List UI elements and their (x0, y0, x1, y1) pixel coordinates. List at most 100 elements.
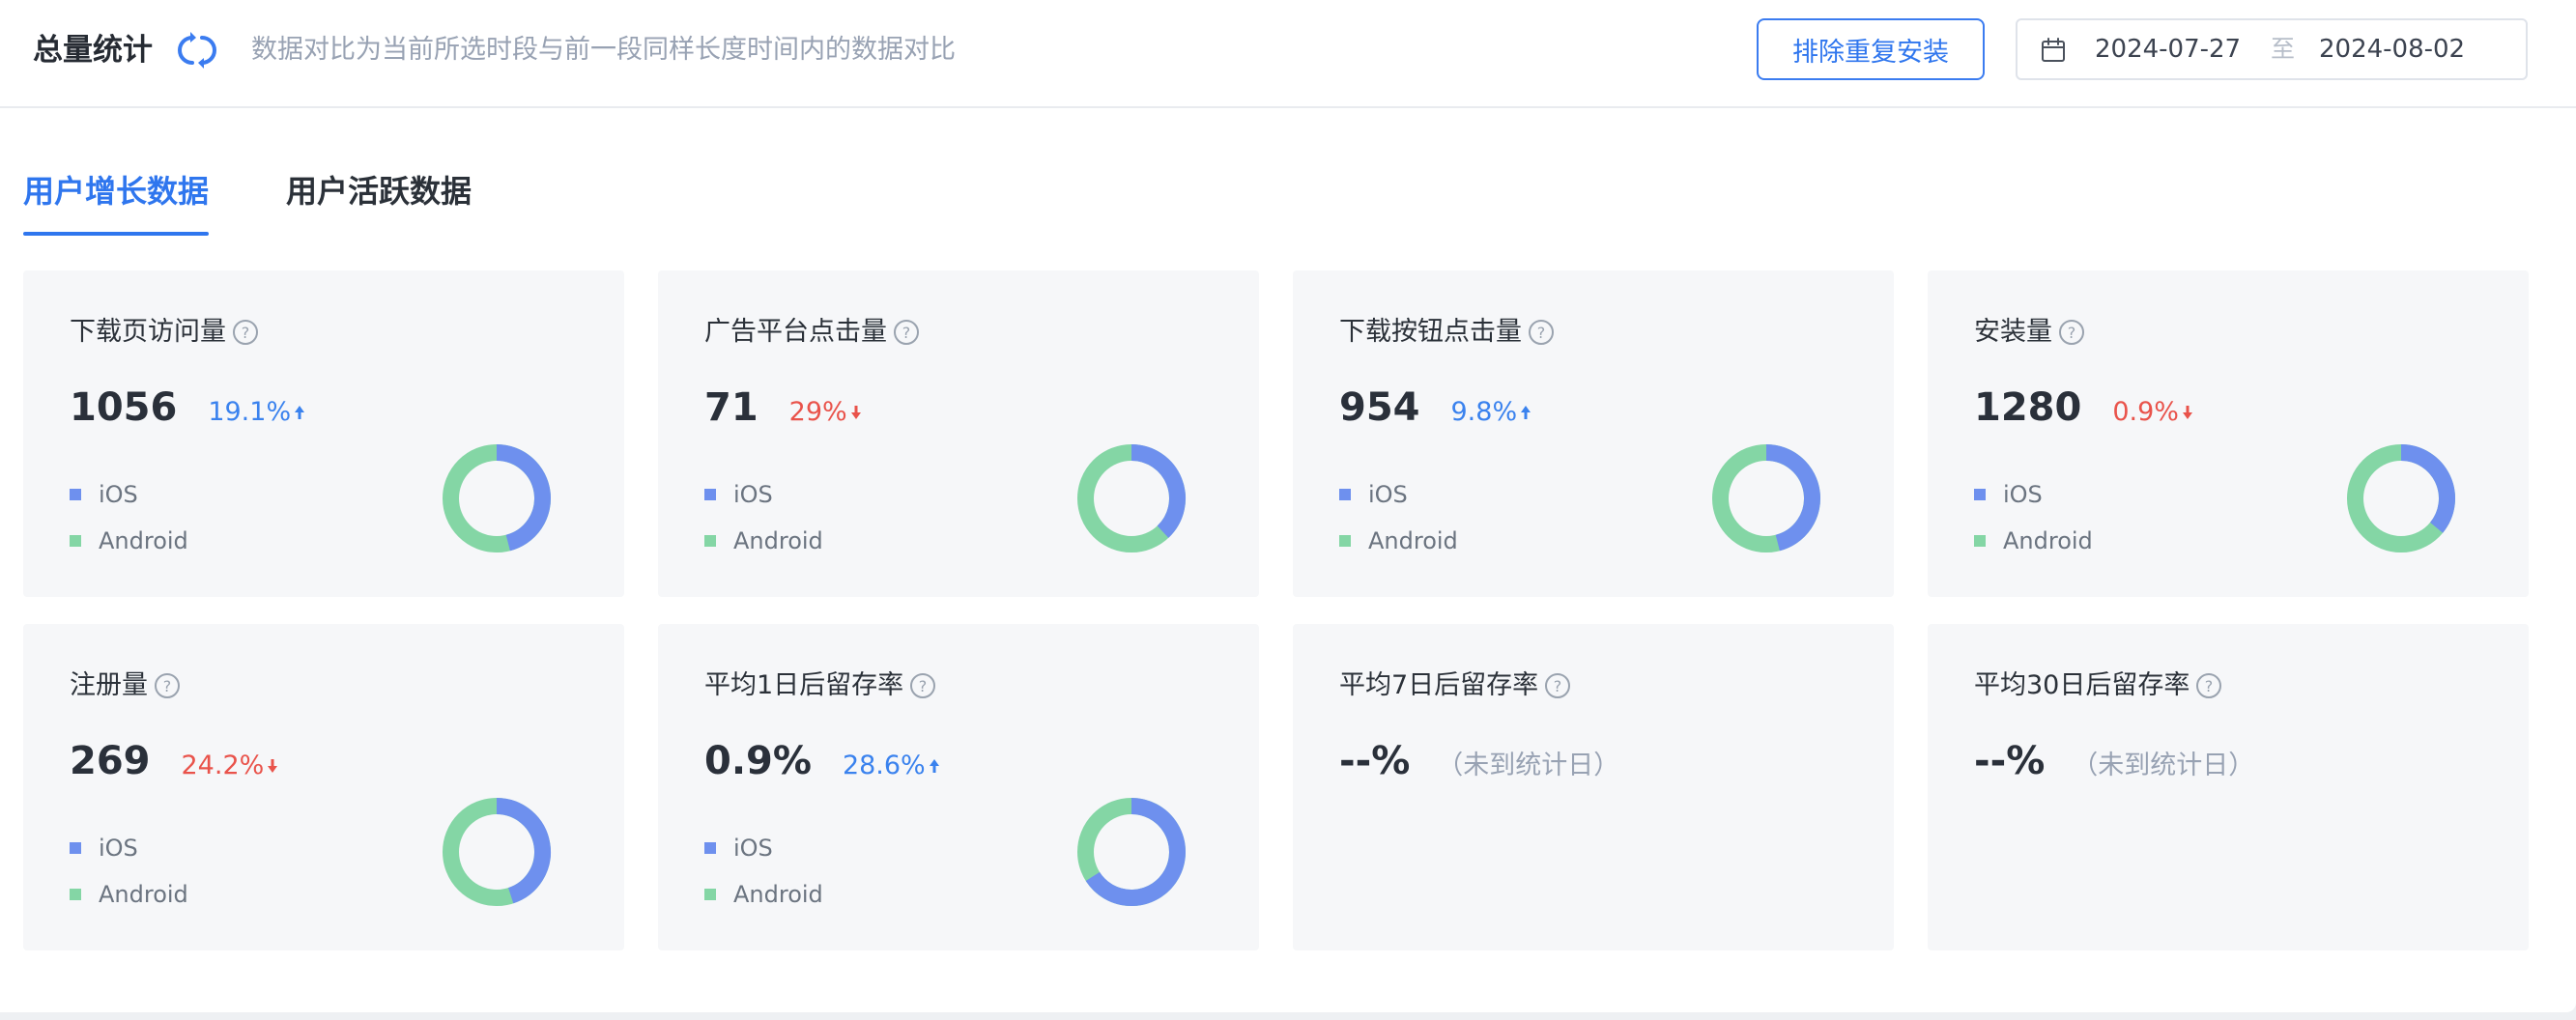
svg-text:?: ? (1537, 324, 1546, 342)
legend-swatch-android (70, 535, 81, 547)
not-yet-counted-note: （未到统计日） (2072, 751, 2255, 780)
donut-segment-ios (2400, 444, 2455, 533)
date-start[interactable]: 2024-07-27 (2095, 20, 2241, 78)
stat-card-avg-day7-retention: 平均7日后留存率 ? --% （未到统计日） (1293, 624, 1894, 950)
legend-swatch-android (70, 889, 81, 900)
arrow-up-icon (295, 406, 305, 419)
svg-text:?: ? (919, 677, 928, 695)
arrow-up-icon (929, 759, 939, 773)
help-icon[interactable]: ? (893, 319, 920, 346)
stat-card-download-page-visits: 下载页访问量 ? 1056 19.1% iOS Android (23, 270, 624, 597)
stats-panel: 总量统计 数据对比为当前所选时段与前一段同样长度时间内的数据对比 排除重复安装 … (0, 0, 2576, 1012)
donut-segment-ios (496, 444, 551, 552)
donut-chart (443, 444, 551, 552)
stat-card-avg-day30-retention: 平均30日后留存率 ? --% （未到统计日） (1928, 624, 2529, 950)
tab-user-activity[interactable]: 用户活跃数据 (286, 166, 472, 216)
donut-segment-ios (1131, 444, 1186, 538)
legend-swatch-ios (1339, 489, 1351, 500)
card-value: 71 (704, 385, 758, 430)
help-icon[interactable]: ? (2058, 319, 2085, 346)
donut-chart (1077, 798, 1186, 906)
help-icon[interactable]: ? (232, 319, 259, 346)
legend-ios: iOS (70, 831, 138, 865)
legend-ios: iOS (70, 477, 138, 512)
card-change: 19.1% (208, 385, 306, 439)
card-change: 0.9% (2112, 385, 2194, 439)
donut-segment-ios (496, 798, 551, 904)
card-title: 注册量 (70, 670, 148, 700)
change-percent: 19.1% (208, 397, 292, 427)
arrow-down-icon (2182, 406, 2192, 419)
legend-swatch-ios (704, 489, 716, 500)
calendar-icon (2042, 38, 2065, 62)
legend-swatch-android (704, 535, 716, 547)
help-icon[interactable]: ? (909, 672, 936, 699)
card-title: 平均7日后留存率 (1339, 670, 1539, 700)
card-value: --% (1339, 739, 1411, 783)
exclude-duplicate-installs-button[interactable]: 排除重复安装 (1757, 18, 1985, 80)
legend-ios: iOS (704, 477, 773, 512)
help-icon[interactable]: ? (2195, 672, 2222, 699)
svg-text:?: ? (163, 677, 172, 695)
stat-card-ad-platform-clicks: 广告平台点击量 ? 71 29% iOS Android (658, 270, 1259, 597)
card-title: 平均30日后留存率 (1974, 670, 2190, 700)
donut-segment-ios (1765, 444, 1820, 552)
change-percent: 9.8% (1450, 397, 1518, 427)
svg-text:?: ? (242, 324, 250, 342)
active-tab-indicator (23, 232, 209, 236)
donut-chart (2347, 444, 2455, 552)
change-percent: 0.9% (2112, 397, 2179, 427)
legend-ios: iOS (1974, 477, 2043, 512)
change-percent: 28.6% (842, 751, 926, 780)
help-icon[interactable]: ? (1528, 319, 1555, 346)
legend-swatch-ios (70, 489, 81, 500)
card-title: 下载按钮点击量 (1339, 317, 1522, 347)
change-percent: 24.2% (181, 751, 265, 780)
card-change: 9.8% (1451, 385, 1533, 439)
arrow-up-icon (1521, 406, 1531, 419)
svg-text:?: ? (902, 324, 911, 342)
card-value: 269 (70, 739, 151, 783)
card-title: 下载页访问量 (70, 317, 226, 347)
header-description: 数据对比为当前所选时段与前一段同样长度时间内的数据对比 (251, 35, 956, 65)
legend-swatch-android (1974, 535, 1986, 547)
refresh-icon[interactable] (176, 29, 218, 71)
donut-chart (1712, 444, 1820, 552)
card-title: 广告平台点击量 (704, 317, 887, 347)
stat-card-avg-day1-retention: 平均1日后留存率 ? 0.9% 28.6% iOS Android (658, 624, 1259, 950)
help-icon[interactable]: ? (154, 672, 181, 699)
page-title: 总量统计 (33, 33, 153, 68)
help-icon[interactable]: ? (1544, 672, 1571, 699)
legend-swatch-android (704, 889, 716, 900)
stat-card-download-button-clicks: 下载按钮点击量 ? 954 9.8% iOS Android (1293, 270, 1894, 597)
donut-chart (443, 798, 551, 906)
legend-swatch-android (1339, 535, 1351, 547)
card-change: 29% (789, 385, 863, 439)
legend-android: Android (1339, 524, 1458, 558)
change-percent: 29% (788, 397, 847, 427)
card-title: 平均1日后留存率 (704, 670, 904, 700)
card-value: 0.9% (704, 739, 812, 783)
tab-user-growth[interactable]: 用户增长数据 (23, 166, 209, 216)
legend-android: Android (70, 877, 188, 912)
date-range-picker[interactable]: 2024-07-27 至 2024-08-02 (2016, 18, 2528, 80)
stat-card-installs: 安装量 ? 1280 0.9% iOS Android (1928, 270, 2529, 597)
panel-header: 总量统计 数据对比为当前所选时段与前一段同样长度时间内的数据对比 排除重复安装 … (0, 0, 2576, 108)
card-title: 安装量 (1974, 317, 2052, 347)
card-value: 1056 (70, 385, 178, 430)
legend-android: Android (70, 524, 188, 558)
svg-text:?: ? (2068, 324, 2076, 342)
date-separator: 至 (2271, 35, 2296, 63)
legend-android: Android (1974, 524, 2093, 558)
legend-android: Android (704, 877, 823, 912)
legend-ios: iOS (1339, 477, 1408, 512)
card-change: 28.6% (843, 739, 941, 793)
svg-text:?: ? (2205, 677, 2214, 695)
legend-swatch-ios (70, 842, 81, 854)
stat-card-registrations: 注册量 ? 269 24.2% iOS Android (23, 624, 624, 950)
legend-swatch-ios (704, 842, 716, 854)
date-end[interactable]: 2024-08-02 (2319, 20, 2465, 78)
card-value: --% (1974, 739, 2046, 783)
not-yet-counted-note: （未到统计日） (1437, 751, 1620, 780)
legend-swatch-ios (1974, 489, 1986, 500)
